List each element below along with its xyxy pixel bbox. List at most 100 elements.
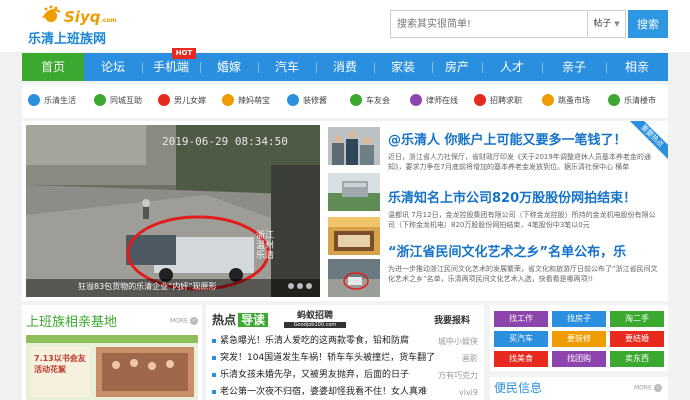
main-nav: 首页 论坛 手机端 婚嫁 汽车 消费 家装 房产 人才 亲子 相亲 HOT [22, 48, 668, 81]
nav-realestate[interactable]: 房产 [432, 53, 482, 81]
category-icon [158, 93, 170, 106]
list-item[interactable]: 紧急曝光！乐清人爱吃的这两款零食，铅和防腐 城中小娱侠 [212, 333, 478, 350]
category-icon [350, 93, 362, 106]
bullet-icon [212, 389, 216, 394]
slide-dot[interactable] [297, 283, 303, 289]
list-item[interactable]: 乐清女孩未婚先孕，又被男友抛弃，后面的日子 万有巧克力 [212, 367, 478, 384]
event-photo-caption: 7.13以书会友 活动花絮 [34, 354, 86, 374]
quick-link-button[interactable]: 找美食 [494, 351, 548, 367]
nav-home[interactable]: 首页 [22, 53, 84, 81]
quick-link-button[interactable]: 找房子 [552, 311, 606, 327]
chevron-down-icon: ▼ [614, 20, 620, 28]
quick-link-button[interactable]: 卖东西 [610, 351, 664, 367]
quick-link-button[interactable]: 要装修 [552, 331, 606, 347]
slide-timestamp: 2019-06-29 08:34:50 [162, 135, 288, 148]
quick-link-button[interactable]: 找工作 [494, 311, 548, 327]
panel-title[interactable]: 上班族相亲基地 [26, 311, 117, 330]
category-link[interactable]: 跳蚤市场 [542, 84, 590, 118]
category-link[interactable]: 男儿女嫁 [158, 84, 206, 118]
logo-title: 乐清上班族网 [28, 32, 107, 47]
category-label: 装修酱 [303, 96, 327, 105]
category-link[interactable]: 招聘求职 [474, 84, 522, 118]
category-link[interactable]: 同城互助 [94, 84, 142, 118]
news-thumbnail[interactable] [328, 127, 380, 165]
slide-caption-bar: 狂溢83包货物的乐清企业“内奸”现原形 [26, 279, 320, 297]
nav-talent[interactable]: 人才 [482, 53, 542, 81]
nav-wedding[interactable]: 婚嫁 [200, 53, 258, 81]
category-label: 招聘求职 [490, 96, 522, 105]
hot-news-title: 热点 导读 [212, 311, 269, 328]
quick-link-button[interactable]: 买汽车 [494, 331, 548, 347]
convenience-info-title[interactable]: 便民信息 [494, 379, 542, 396]
site-header: Siyq.com 乐清上班族网 帖子 ▼ 搜索 [0, 0, 690, 52]
site-logo[interactable]: Siyq.com 乐清上班族网 [28, 4, 118, 48]
quick-link-button[interactable]: 要结婚 [610, 331, 664, 347]
more-link[interactable]: MORE › [170, 317, 198, 325]
ant-recruit-logo[interactable]: 蚂蚁招聘 Goodjob100.com [284, 308, 346, 332]
category-label: 同城互助 [110, 96, 142, 105]
news-title[interactable]: @乐清人 你账户上可能又要多一笔钱了！ [388, 129, 660, 148]
ant-recruit-name: 蚂蚁招聘 [296, 311, 333, 321]
corner-ribbon: 重要热点 [626, 121, 668, 163]
category-icon [474, 93, 486, 106]
news-thumbnail[interactable] [328, 217, 380, 255]
nav-forum[interactable]: 论坛 [84, 53, 142, 81]
news-thumbnail[interactable] [328, 173, 380, 211]
category-bar: 乐清生活 同城互助 男儿女嫁 辣妈萌宝 装修酱 车友会 律师在线 招聘求职 跳蚤市场 乐清楼市 [22, 84, 668, 118]
more-link[interactable]: MORE › [634, 384, 662, 392]
news-item: @乐清人 你账户上可能又要多一笔钱了！ 近日，浙江省人力社保厅，省财政厅印发《关… [388, 129, 660, 172]
quick-links-grid: 找工作 找房子 淘二手买汽车 要装修 要结婚找美食 找团购 卖东西 [490, 305, 668, 371]
search-type-select[interactable]: 帖子 ▼ [588, 10, 626, 38]
category-icon [410, 93, 422, 106]
category-icon [94, 93, 106, 106]
quick-link-button[interactable]: 找团购 [552, 351, 606, 367]
search-button[interactable]: 搜索 [628, 10, 668, 38]
news-item: 乐清知名上市公司820万股股份网拍结束！ 温都讯 7月12日，金龙控股集团有限公… [388, 187, 660, 230]
bullet-icon [212, 355, 216, 360]
news-item: “浙江省民间文化艺术之乡”名单公布，乐 为进一步推动浙江民间文化艺术的发展繁荣，… [388, 241, 660, 284]
hot-news-panel: 热点 导读 蚂蚁招聘 Goodjob100.com 我要报料 紧急曝光！乐清人爱吃… [206, 305, 484, 400]
nav-consume[interactable]: 消费 [316, 53, 374, 81]
list-item[interactable]: 老公第一次夜不归宿，婆婆却怪我看不住！女人真难 vivi9 [212, 384, 478, 400]
search-input[interactable] [390, 10, 588, 38]
convenience-info-bar: 便民信息 MORE › [490, 377, 668, 400]
slide-pager [285, 278, 312, 292]
category-link[interactable]: 乐清生活 [28, 84, 76, 118]
category-link[interactable]: 装修酱 [287, 84, 327, 118]
report-news-link[interactable]: 我要报料 [434, 313, 470, 326]
dating-event-photo[interactable]: 7.13以书会友 活动花絮 [26, 335, 198, 400]
news-thumbnail[interactable] [328, 259, 380, 297]
bullet-icon [212, 372, 216, 377]
hot-news-list: 紧急曝光！乐清人爱吃的这两款零食，铅和防腐 城中小娱侠 突发！104国道发生车祸！… [212, 333, 478, 400]
sun-logo-icon [42, 5, 61, 22]
list-item[interactable]: 突发！104国道发生车祸！轿车车头被撞烂，货车翻了 画影 [212, 350, 478, 367]
news-title[interactable]: “浙江省民间文化艺术之乡”名单公布，乐 [388, 241, 660, 260]
slide-dot[interactable] [288, 283, 294, 289]
logo-word: Siyq.com [64, 8, 117, 26]
nav-home-decor[interactable]: 家装 [374, 53, 432, 81]
ant-recruit-domain: Goodjob100.com [284, 322, 346, 328]
category-link[interactable]: 律师在线 [410, 84, 458, 118]
category-link[interactable]: 车友会 [350, 84, 390, 118]
nav-cars[interactable]: 汽车 [258, 53, 316, 81]
nav-dating[interactable]: 相亲 [606, 53, 668, 81]
category-icon [287, 93, 299, 106]
category-label: 乐清生活 [44, 96, 76, 105]
slideshow-photo [26, 125, 320, 297]
news-summary: 温都讯 7月12日，金龙控股集团有限公司（下称金龙控股）所持的金龙机电股份有限公… [388, 211, 656, 229]
slide-overlay-text: 浙江温州乐清 [256, 231, 275, 261]
quick-link-button[interactable]: 淘二手 [610, 311, 664, 327]
hot-badge: HOT [172, 48, 196, 59]
bullet-icon [212, 338, 216, 343]
category-link[interactable]: 乐清楼市 [608, 84, 656, 118]
nav-parenting[interactable]: 亲子 [542, 53, 606, 81]
news-summary: 近日，浙江省人力社保厅，省财政厅印发《关于2019年调整退休人员基本养老金的通知… [388, 153, 651, 171]
headline-slideshow[interactable]: 2019-06-29 08:34:50 浙江温州乐清 狂溢83包货物的乐清企业“… [26, 125, 320, 297]
news-title[interactable]: 乐清知名上市公司820万股股份网拍结束！ [388, 187, 660, 206]
arrow-right-icon: › [189, 317, 198, 325]
category-icon [608, 93, 620, 106]
category-link[interactable]: 辣妈萌宝 [222, 84, 270, 118]
slide-caption[interactable]: 狂溢83包货物的乐清企业“内奸”现原形 [78, 281, 216, 292]
slide-dot[interactable] [306, 283, 312, 289]
category-icon [222, 93, 234, 106]
